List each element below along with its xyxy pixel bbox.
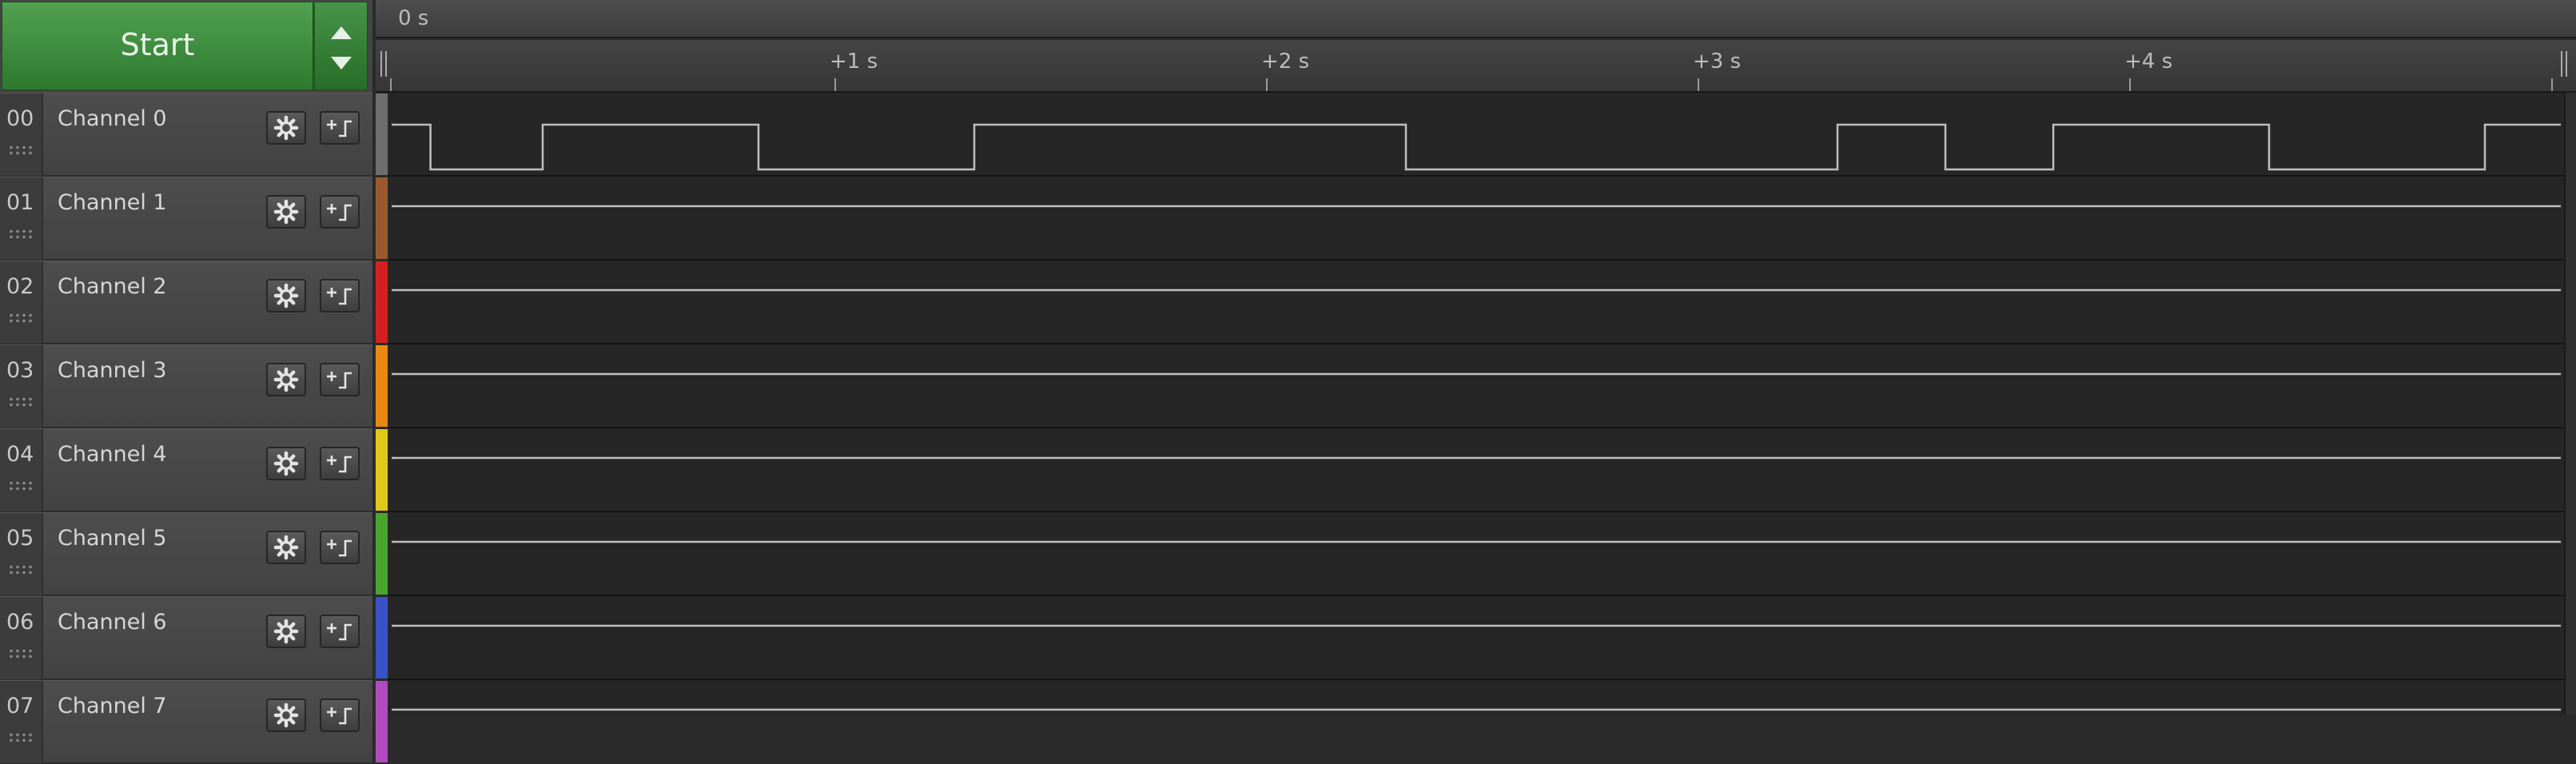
ruler-tick-label: +1 s: [830, 50, 878, 74]
channel-index-cell: 05: [0, 513, 43, 595]
channel-settings-button[interactable]: [266, 531, 306, 564]
ruler-left-handle[interactable]: [380, 51, 387, 77]
channel-row[interactable]: 04 Channel 4: [0, 428, 372, 512]
time-ruler[interactable]: +1 s +2 s +3 s +4 s: [376, 40, 2576, 93]
channel-trigger-button[interactable]: [320, 615, 360, 648]
channel-index-cell: 03: [0, 345, 43, 428]
grip-dots-icon[interactable]: [8, 229, 35, 240]
lane-separator: [388, 511, 2564, 512]
channel-settings-button[interactable]: [266, 111, 306, 145]
lane-separator: [388, 427, 2564, 428]
channel-index-cell: 02: [0, 261, 43, 344]
channel-trigger-button[interactable]: [320, 531, 360, 564]
channel-row[interactable]: 00 Channel 0: [0, 93, 372, 177]
channel-name[interactable]: Channel 4: [58, 442, 167, 467]
lane-separator: [388, 678, 2564, 680]
grip-dots-icon[interactable]: [8, 648, 35, 659]
arrow-up-icon[interactable]: [331, 26, 352, 39]
channel-name[interactable]: Channel 3: [58, 358, 167, 383]
ruler-origin-label: 0 s: [398, 6, 429, 30]
channel-name[interactable]: Channel 7: [58, 694, 167, 718]
grip-dots-icon[interactable]: [8, 145, 35, 156]
channel-index-cell: 07: [0, 681, 43, 763]
grip-dots-icon[interactable]: [8, 480, 35, 491]
channel-index-cell: 06: [0, 597, 43, 679]
channel-name[interactable]: Channel 0: [58, 106, 167, 131]
channel-trigger-button[interactable]: [320, 363, 360, 396]
channel-row[interactable]: 03 Channel 3: [0, 344, 372, 428]
lane-separator: [388, 343, 2564, 344]
ruler-tick-label: +4 s: [2124, 50, 2173, 74]
arrow-down-icon[interactable]: [331, 57, 352, 70]
ruler-tick-label: +2 s: [1261, 50, 1310, 74]
channel-trigger-button[interactable]: [320, 447, 360, 480]
channel-settings-button[interactable]: [266, 447, 306, 480]
channel-row[interactable]: 01 Channel 1: [0, 177, 372, 261]
channel-color-strip: [376, 429, 388, 511]
channel-row[interactable]: 02 Channel 2: [0, 261, 372, 344]
ruler-tick-mark: [834, 78, 836, 91]
channel-index-cell: 00: [0, 94, 43, 176]
channel-color-strip: [376, 597, 388, 678]
channel-panel: Start 00 Channel 0 01 Channel 1 02 Channel 20…: [0, 0, 372, 764]
waveform-canvas: [392, 123, 2561, 711]
waveform-right-edge: [2564, 93, 2576, 714]
channel-trigger-button[interactable]: [320, 698, 360, 732]
channel-name[interactable]: Channel 6: [58, 610, 167, 635]
channel-color-strip: [376, 261, 388, 343]
ruler-tick-label: +3 s: [1693, 50, 1742, 74]
ruler-tick-end: [2551, 78, 2553, 91]
channel-color-strip: [376, 94, 388, 175]
channel-color-strip: [376, 177, 388, 259]
channel-number: 02: [6, 274, 34, 299]
channel-trigger-button[interactable]: [320, 279, 360, 312]
time-ruler-origin-bar: 0 s: [376, 0, 2576, 38]
channel-color-strip: [376, 513, 388, 595]
channel-number: 05: [6, 526, 34, 551]
waveform-area[interactable]: [388, 93, 2564, 714]
channel-settings-button[interactable]: [266, 279, 306, 312]
start-options-arrows: [313, 2, 368, 90]
channel-number: 01: [6, 190, 34, 215]
ruler-right-handle[interactable]: [2561, 51, 2567, 77]
channel-row[interactable]: 07 Channel 7: [0, 680, 372, 764]
grip-dots-icon[interactable]: [8, 396, 35, 408]
channel-number: 03: [6, 358, 34, 383]
channel-row[interactable]: 05 Channel 5: [0, 512, 372, 596]
channel-settings-button[interactable]: [266, 698, 306, 732]
channel-trigger-button[interactable]: [320, 111, 360, 145]
channel-number: 06: [6, 610, 34, 635]
ruler-tick-mark: [1266, 78, 1268, 91]
channel-color-strip: [376, 681, 388, 762]
lane-separator: [388, 259, 2564, 261]
channel-settings-button[interactable]: [266, 615, 306, 648]
start-button[interactable]: Start: [2, 2, 313, 90]
channel-settings-button[interactable]: [266, 363, 306, 396]
ruler-tick-mark: [1698, 78, 1699, 91]
channel-index-cell: 01: [0, 177, 43, 260]
channel-name[interactable]: Channel 2: [58, 274, 167, 299]
grip-dots-icon[interactable]: [8, 312, 35, 324]
channel-row[interactable]: 06 Channel 6: [0, 596, 372, 680]
channel-name[interactable]: Channel 1: [58, 190, 167, 215]
ruler-tick-mark: [2129, 78, 2131, 91]
channel-number: 00: [6, 106, 34, 131]
channel-trigger-button[interactable]: [320, 195, 360, 229]
channel-color-strip: [376, 345, 388, 427]
grip-dots-icon[interactable]: [8, 732, 35, 743]
channel-index-cell: 04: [0, 429, 43, 511]
lane-separator: [388, 595, 2564, 596]
ruler-tick-origin: [390, 78, 392, 91]
channel-name[interactable]: Channel 5: [58, 526, 167, 551]
channel-0-trace: [392, 123, 2561, 171]
channel-number: 07: [6, 694, 34, 718]
channel-settings-button[interactable]: [266, 195, 306, 229]
grip-dots-icon[interactable]: [8, 564, 35, 575]
channel-number: 04: [6, 442, 34, 467]
lane-separator: [388, 175, 2564, 177]
